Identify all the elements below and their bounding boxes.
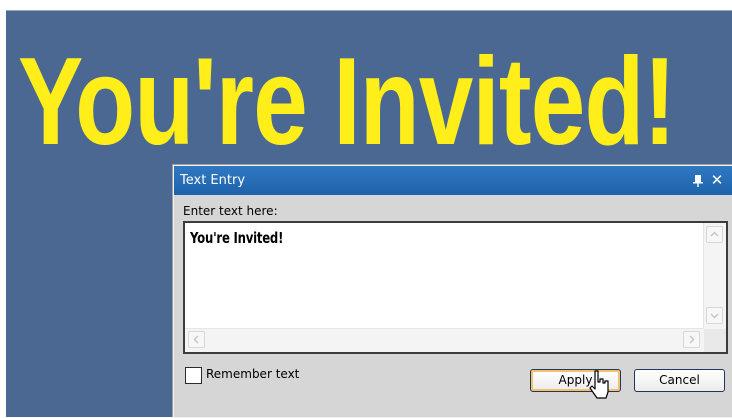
scroll-right-button[interactable]	[683, 331, 700, 348]
prompt-label: Enter text here:	[183, 204, 278, 218]
mouse-cursor-icon	[589, 370, 609, 399]
scroll-down-button[interactable]	[706, 307, 723, 324]
scroll-left-button[interactable]	[188, 331, 205, 348]
horizontal-scrollbar[interactable]	[185, 328, 704, 352]
scrollbar-corner	[704, 329, 726, 352]
chevron-left-icon	[193, 335, 199, 344]
scroll-up-button[interactable]	[706, 226, 723, 243]
dialog-titlebar[interactable]: Text Entry ✕	[174, 166, 732, 195]
text-entry-field[interactable]: You're Invited!	[183, 221, 728, 354]
chevron-down-icon	[710, 313, 719, 319]
text-entry-value[interactable]: You're Invited!	[190, 229, 283, 247]
remember-text-checkbox[interactable]	[185, 367, 202, 384]
headline-text: You're Invited!	[18, 33, 676, 171]
chevron-up-icon	[710, 231, 719, 237]
cancel-button[interactable]: Cancel	[634, 369, 725, 392]
pin-icon[interactable]	[693, 175, 703, 187]
text-entry-dialog: Text Entry ✕ Enter text here: You're Inv…	[173, 165, 732, 418]
vertical-scrollbar[interactable]	[703, 223, 726, 329]
close-icon[interactable]: ✕	[709, 172, 725, 188]
chevron-right-icon	[689, 335, 695, 344]
dialog-title: Text Entry	[180, 173, 246, 188]
remember-text-label[interactable]: Remember text	[206, 367, 299, 381]
